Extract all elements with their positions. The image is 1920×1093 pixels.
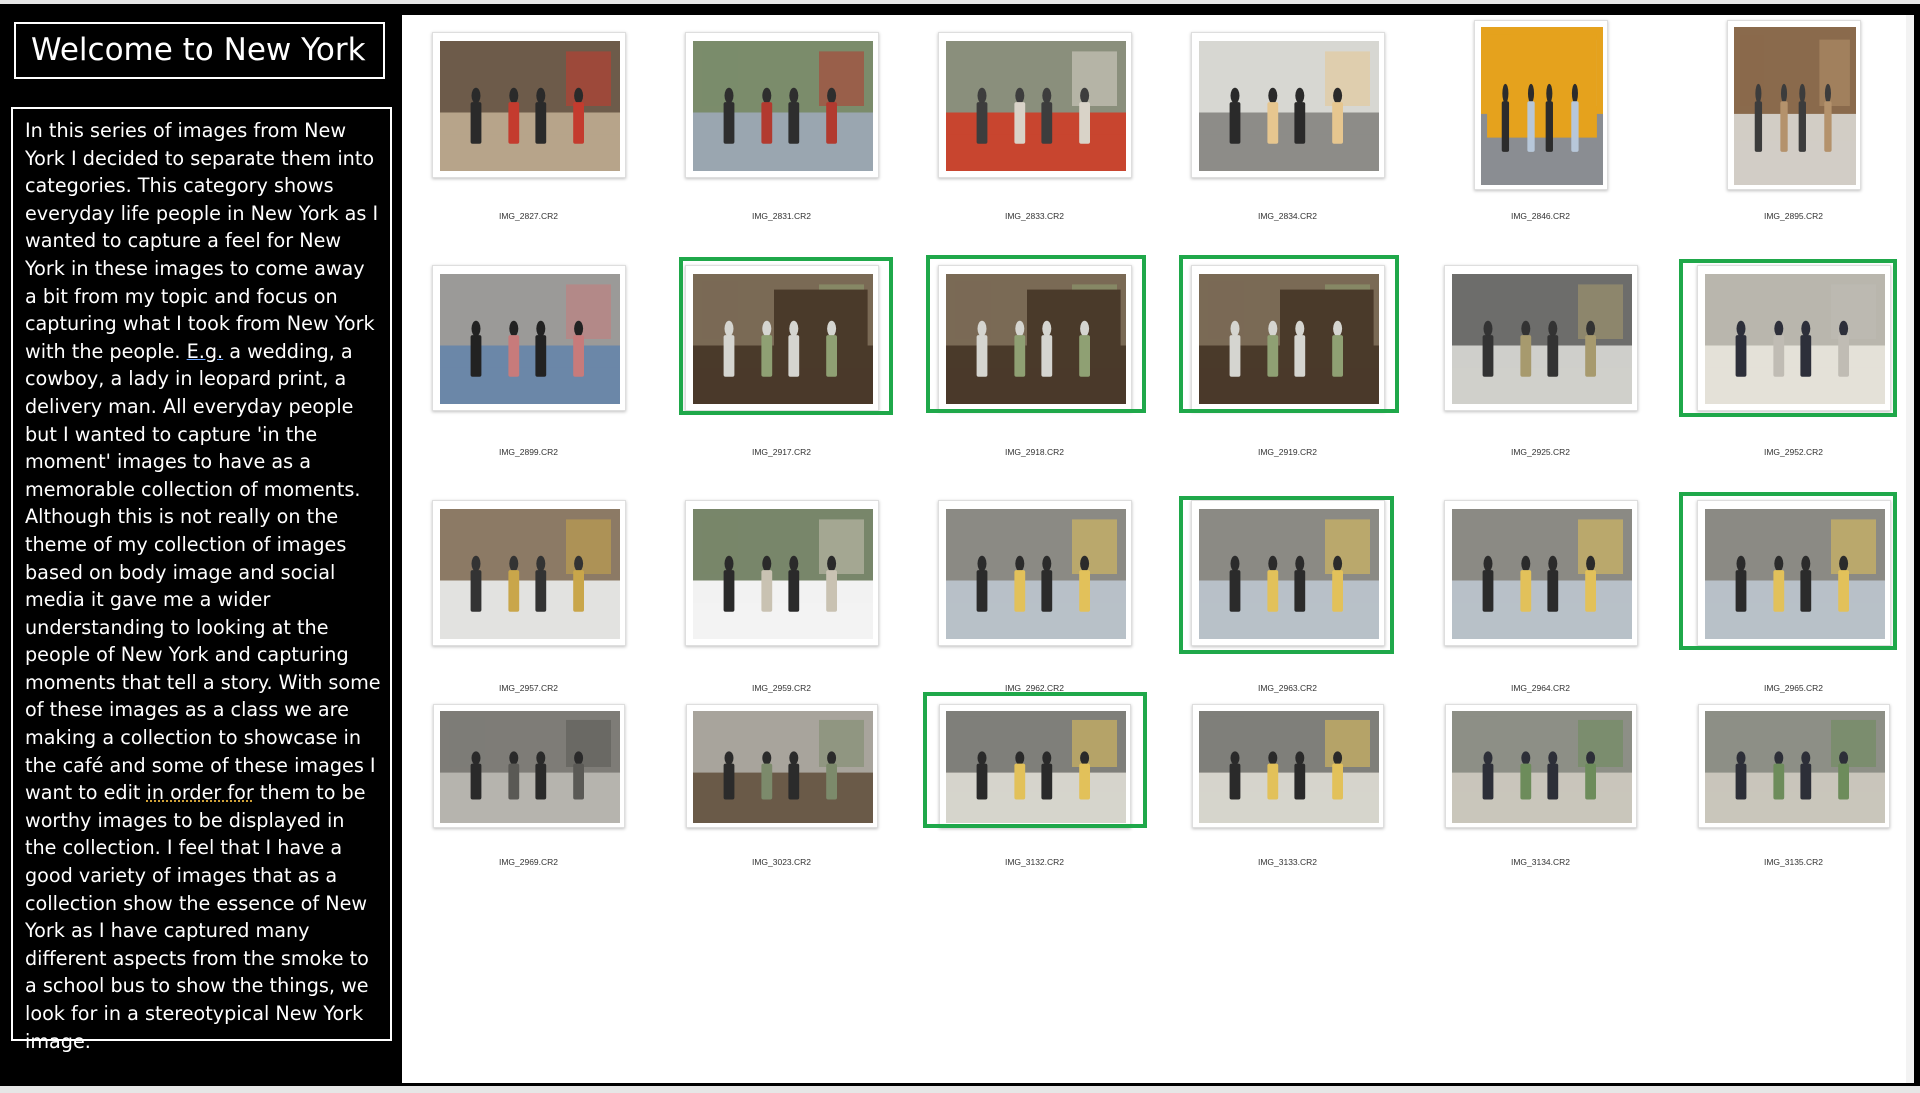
thumbnail-filename: IMG_2895.CR2 — [1763, 211, 1824, 221]
thumbnail-filename: IMG_3134.CR2 — [1510, 857, 1571, 867]
thumbnail-photo — [945, 509, 1126, 639]
body-text-eg: E.g. — [186, 339, 224, 363]
thumbnail-photo — [1198, 41, 1379, 171]
thumbnail-photo — [1704, 711, 1885, 823]
slide-body-text: In this series of images from New York I… — [11, 107, 392, 1053]
thumbnail-filename: IMG_2917.CR2 — [751, 447, 812, 457]
body-text-in-order-for: in order for — [146, 781, 254, 805]
thumbnail-filename: IMG_2964.CR2 — [1510, 683, 1571, 693]
thumbnail-card[interactable] — [685, 704, 878, 828]
body-text-part: a wedding, a cowboy, a lady in leopard p… — [25, 339, 381, 805]
thumbnail-card[interactable] — [937, 265, 1132, 411]
thumbnail-filename: IMG_3133.CR2 — [1257, 857, 1318, 867]
thumbnail-photo — [1704, 509, 1885, 639]
thumbnail-photo — [945, 41, 1126, 171]
thumbnail-card[interactable] — [938, 704, 1131, 828]
body-text-part: them to be worthy images to be displayed… — [25, 781, 369, 1053]
thumbnail-card[interactable] — [1443, 500, 1638, 646]
thumbnail-card[interactable] — [1696, 500, 1891, 646]
thumbnail-card[interactable] — [1190, 32, 1385, 178]
thumbnail-photo — [692, 711, 873, 823]
thumbnail-card[interactable] — [1726, 20, 1861, 190]
thumbnail-filename: IMG_2952.CR2 — [1763, 447, 1824, 457]
thumbnail-card[interactable] — [1696, 265, 1891, 411]
thumbnail-card[interactable] — [1190, 265, 1385, 411]
thumbnail-filename: IMG_2919.CR2 — [1257, 447, 1318, 457]
thumbnail-photo — [1704, 274, 1885, 404]
thumbnail-photo — [1198, 509, 1379, 639]
thumbnail-photo — [692, 274, 873, 404]
thumbnail-photo — [692, 509, 873, 639]
thumbnail-photo — [439, 274, 620, 404]
thumbnail-filename: IMG_3023.CR2 — [751, 857, 812, 867]
thumbnail-filename: IMG_2831.CR2 — [751, 211, 812, 221]
thumbnail-card[interactable] — [684, 265, 879, 411]
thumbnail-photo — [1198, 274, 1379, 404]
thumbnail-card[interactable] — [431, 500, 626, 646]
thumbnail-filename: IMG_2965.CR2 — [1763, 683, 1824, 693]
thumbnail-filename: IMG_2899.CR2 — [498, 447, 559, 457]
thumbnail-filename: IMG_3132.CR2 — [1004, 857, 1065, 867]
thumbnail-photo — [1451, 509, 1632, 639]
thumbnail-filename: IMG_2918.CR2 — [1004, 447, 1065, 457]
thumbnail-photo — [1733, 27, 1856, 185]
browser-scroll-edge — [1906, 15, 1914, 1083]
thumbnail-card[interactable] — [1697, 704, 1890, 828]
thumbnail-card[interactable] — [684, 32, 879, 178]
thumbnail-card[interactable] — [937, 32, 1132, 178]
thumbnail-filename: IMG_2959.CR2 — [751, 683, 812, 693]
body-text-part: In this series of images from New York I… — [25, 119, 379, 363]
thumbnail-filename: IMG_2846.CR2 — [1510, 211, 1571, 221]
thumbnail-card[interactable] — [432, 704, 625, 828]
thumbnail-card[interactable] — [1443, 265, 1638, 411]
thumbnail-photo — [1480, 27, 1603, 185]
thumbnail-card[interactable] — [1190, 500, 1385, 646]
thumbnail-photo — [945, 274, 1126, 404]
thumbnail-photo — [945, 711, 1126, 823]
thumbnail-filename: IMG_2834.CR2 — [1257, 211, 1318, 221]
thumbnail-filename: IMG_3135.CR2 — [1763, 857, 1824, 867]
thumbnail-card[interactable] — [431, 265, 626, 411]
thumbnail-photo — [439, 509, 620, 639]
thumbnail-photo — [1198, 711, 1379, 823]
thumbnail-card[interactable] — [431, 32, 626, 178]
thumbnail-filename: IMG_2833.CR2 — [1004, 211, 1065, 221]
thumbnail-photo — [1451, 274, 1632, 404]
thumbnail-filename: IMG_2969.CR2 — [498, 857, 559, 867]
thumbnail-filename: IMG_2957.CR2 — [498, 683, 559, 693]
thumbnail-filename: IMG_2962.CR2 — [1004, 683, 1065, 693]
thumbnail-photo — [692, 41, 873, 171]
thumbnail-filename: IMG_2963.CR2 — [1257, 683, 1318, 693]
thumbnail-filename: IMG_2925.CR2 — [1510, 447, 1571, 457]
thumbnail-photo — [439, 41, 620, 171]
thumbnail-card[interactable] — [1444, 704, 1637, 828]
thumbnail-card[interactable] — [1191, 704, 1384, 828]
slide-title: Welcome to New York — [14, 22, 385, 79]
thumbnail-card[interactable] — [937, 500, 1132, 646]
thumbnail-card[interactable] — [684, 500, 879, 646]
thumbnail-photo — [439, 711, 620, 823]
thumbnail-photo — [1451, 711, 1632, 823]
thumbnail-card[interactable] — [1473, 20, 1608, 190]
photo-browser-grid: IMG_2827.CR2 IMG_2831.CR2 IMG_2833.CR2 IMG_… — [402, 15, 1906, 1083]
thumbnail-filename: IMG_2827.CR2 — [498, 211, 559, 221]
